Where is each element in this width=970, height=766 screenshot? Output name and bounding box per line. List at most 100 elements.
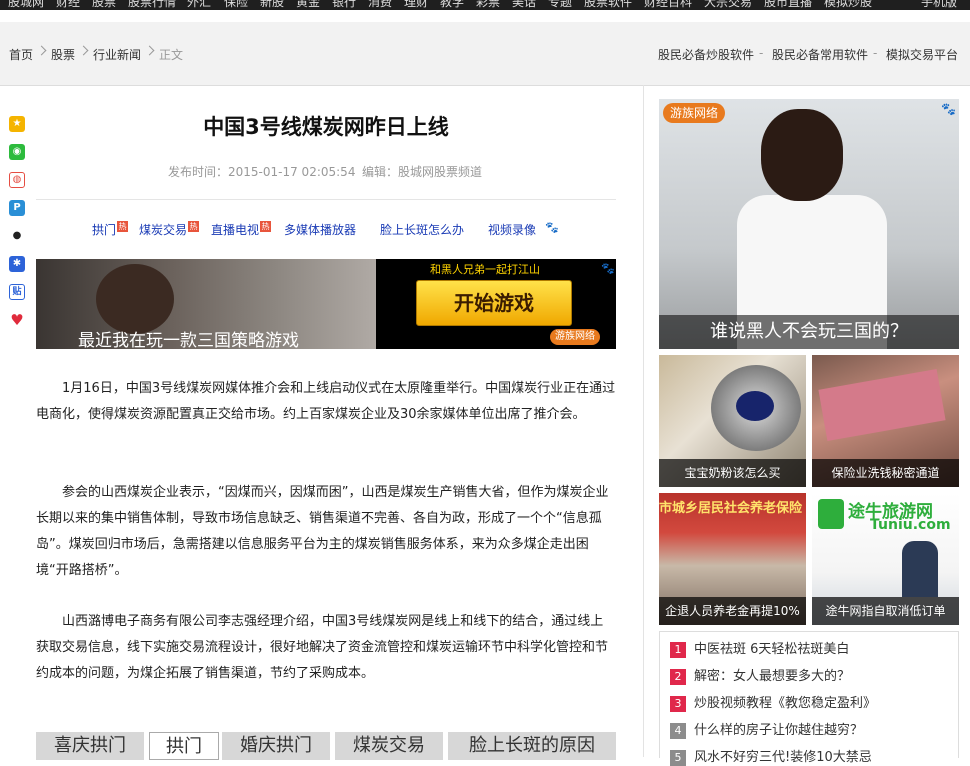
topnav-item[interactable]: 手机版 — [921, 0, 957, 9]
list-item[interactable]: 5 风水不好穷三代!装修10大禁忌 — [670, 746, 872, 766]
qq-icon[interactable]: ● — [9, 228, 25, 244]
thumb-caption: 宝宝奶粉该怎么买 — [659, 459, 806, 487]
topnav-item[interactable]: 股城网 — [8, 0, 44, 9]
topnav-item[interactable]: 彩票 — [476, 0, 500, 9]
list-item[interactable]: 4 什么样的房子让你越住越穷？ — [670, 719, 863, 739]
thumb-caption: 保险业洗钱秘密通道 — [812, 459, 959, 487]
topnav-item[interactable]: 专题 — [548, 0, 572, 9]
thumb-caption: 途牛网指自取消低订单 — [812, 597, 959, 625]
hot-badge: 热 — [117, 221, 129, 232]
topnav-item[interactable]: 银行 — [332, 0, 356, 9]
link-separator: - — [873, 46, 878, 60]
brand-badge: 游族网络 — [550, 329, 600, 345]
breadcrumb-current: 正文 — [159, 48, 184, 62]
rank-badge: 2 — [670, 668, 686, 685]
tag-link[interactable]: 视频录像 — [488, 221, 536, 238]
rank-badge: 3 — [670, 695, 686, 712]
ad-caption: 最近我在玩一款三国策略游戏 — [78, 331, 299, 349]
milk-can-logo — [736, 391, 774, 421]
start-game-button[interactable]: 开始游戏 — [416, 280, 572, 326]
tencent-weibo-icon[interactable]: P — [9, 200, 25, 216]
bottom-tab-selected[interactable]: 拱门 — [149, 732, 219, 760]
article-paragraph: 1月16日，中国3号线煤炭网媒体推介会和上线启动仪式在太原隆重举行。中国煤炭行业… — [36, 381, 616, 422]
link-stock-software[interactable]: 股民必备炒股软件 — [658, 46, 754, 63]
rank-badge: 5 — [670, 749, 686, 766]
article-paragraph: 山西潞博电子商务有限公司李志强经理介绍，中国3号线煤炭网是线上和线下的结合，通过… — [36, 614, 609, 681]
chevron-right-icon — [78, 45, 89, 56]
bottom-tab[interactable]: 脸上长斑的原因 — [448, 732, 616, 760]
topnav-item[interactable]: 消费 — [368, 0, 392, 9]
breadcrumb-industry-news[interactable]: 行业新闻 — [93, 46, 141, 63]
list-item[interactable]: 1 中医祛斑 6天轻松祛斑美白 — [670, 638, 849, 658]
title-divider — [36, 199, 616, 200]
paw-icon: 🐾 — [601, 262, 615, 275]
ranked-link-list: 1 中医祛斑 6天轻松祛斑美白 2 解密：女人最想要多大的？ 3 炒股视频教程《教您稳… — [659, 631, 959, 766]
tuniu-person — [902, 541, 938, 597]
topnav-item[interactable]: 保险 — [224, 0, 248, 9]
baidu-icon[interactable]: ✱ — [9, 256, 25, 272]
topnav-item[interactable]: 股票 — [92, 0, 116, 9]
chevron-right-icon — [36, 45, 47, 56]
publish-time: 发布时间：2015-01-17 02:05:54 — [168, 165, 356, 179]
link-common-software[interactable]: 股民必备常用软件 — [772, 46, 868, 63]
weibo-icon[interactable]: ◍ — [9, 172, 25, 188]
article-paragraph: 参会的山西煤炭企业表示，“因煤而兴，因煤而困”，山西是煤炭生产销售大省，但作为煤… — [36, 485, 609, 578]
tag-link[interactable]: 直播电视热 — [211, 221, 272, 238]
ad-caption: 谁说黑人不会玩三国的？ — [659, 315, 959, 349]
link-separator: - — [759, 46, 764, 60]
editor: 编辑：股城网股票频道 — [362, 165, 483, 179]
breadcrumb-bar: 首页 股票 行业新闻 正文 股民必备炒股软件 - 股民必备常用软件 - 模拟交易… — [0, 22, 970, 86]
topnav-item[interactable]: 模拟炒股 — [824, 0, 872, 9]
right-video-ad[interactable]: 游族网络 🐾 谁说黑人不会玩三国的？ — [659, 99, 959, 349]
hot-badge: 热 — [260, 221, 272, 232]
thumb-insurance[interactable]: 保险业洗钱秘密通道 — [812, 355, 959, 487]
topnav-item[interactable]: 股票行情 — [128, 0, 176, 9]
topnav-item[interactable]: 理财 — [404, 0, 428, 9]
topnav-item[interactable]: 教学 — [440, 0, 464, 9]
column-divider — [643, 85, 644, 757]
topnav-item[interactable]: 黄金 — [296, 0, 320, 9]
tag-link[interactable]: 脸上长斑怎么办 — [380, 221, 464, 238]
ad-head — [761, 109, 843, 201]
brand-badge: 游族网络 — [663, 103, 726, 123]
article-title: 中国3号线煤炭网昨日上线 — [203, 115, 449, 139]
tag-link[interactable]: 拱门热 — [92, 221, 129, 238]
tuniu-domain: Tuniu.com — [870, 517, 951, 533]
hot-badge: 热 — [188, 221, 200, 232]
rank-badge: 1 — [670, 641, 686, 658]
thumb-tuniu[interactable]: 途牛旅游网 Tuniu.com 途牛网指自取消低订单 — [812, 493, 959, 625]
list-item[interactable]: 3 炒股视频教程《教您稳定盈利》 — [670, 692, 876, 712]
link-simulated-trading[interactable]: 模拟交易平台 — [886, 46, 958, 63]
thumb-milk-powder[interactable]: 宝宝奶粉该怎么买 — [659, 355, 806, 487]
bottom-tab[interactable]: 煤炭交易 — [335, 732, 443, 760]
banknotes-image — [818, 368, 946, 442]
topnav-item[interactable]: 新股 — [260, 0, 284, 9]
favorite-icon[interactable]: ♥ — [9, 312, 25, 328]
ad-slogan: 和黑人兄弟一起打江山 — [430, 263, 540, 276]
ad-person — [737, 109, 887, 349]
topnav-item[interactable]: 美话 — [512, 0, 536, 9]
qzone-icon[interactable]: ★ — [9, 116, 25, 132]
bottom-tab[interactable]: 婚庆拱门 — [222, 732, 330, 760]
paw-icon: 🐾 — [545, 221, 559, 234]
pension-banner-text: 市城乡居民社会养老保险 — [659, 501, 803, 516]
breadcrumb-stocks[interactable]: 股票 — [51, 46, 75, 63]
topnav-item[interactable]: 财经百科 — [644, 0, 692, 9]
tag-link[interactable]: 煤炭交易热 — [139, 221, 200, 238]
topnav-item[interactable]: 外汇 — [187, 0, 211, 9]
topnav-item[interactable]: 财经 — [56, 0, 80, 9]
ad-face — [96, 264, 174, 334]
topnav-item[interactable]: 股市直播 — [764, 0, 812, 9]
renren-icon[interactable]: 贴 — [9, 284, 25, 300]
wechat-icon[interactable]: ◉ — [9, 144, 25, 160]
bottom-tab[interactable]: 喜庆拱门 — [36, 732, 144, 760]
topnav-item[interactable]: 股票软件 — [584, 0, 632, 9]
thumb-caption: 企退人员养老金再提10% — [659, 597, 806, 625]
top-nav-bar: 股城网 财经 股票 股票行情 外汇 保险 新股 黄金 银行 消费 理财 教学 彩… — [0, 0, 970, 10]
tag-link[interactable]: 多媒体播放器 — [284, 221, 356, 238]
game-ad-banner[interactable]: 最近我在玩一款三国策略游戏 和黑人兄弟一起打江山 开始游戏 🐾 游族网络 — [36, 259, 616, 349]
breadcrumb-home[interactable]: 首页 — [9, 46, 33, 63]
thumb-pension[interactable]: 市城乡居民社会养老保险 企退人员养老金再提10% — [659, 493, 806, 625]
topnav-item[interactable]: 大宗交易 — [704, 0, 752, 9]
list-item[interactable]: 2 解密：女人最想要多大的？ — [670, 665, 850, 685]
